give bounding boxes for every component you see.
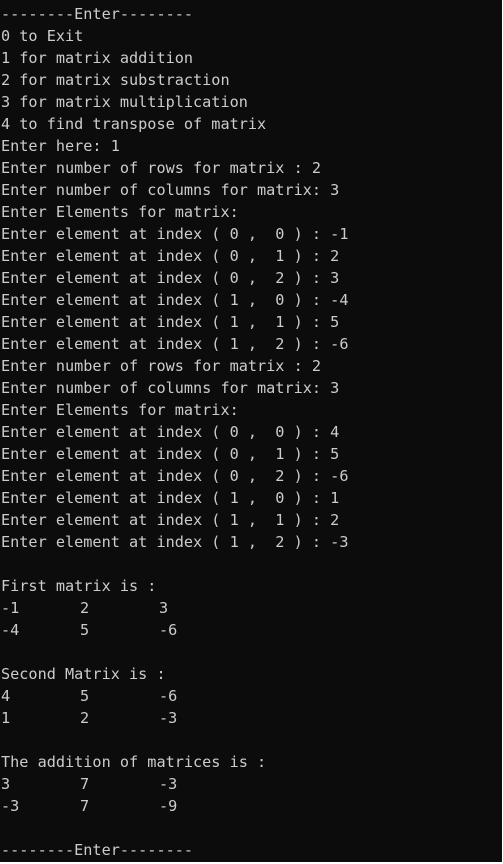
element-input-line: Enter element at index ( 0 , 2 ) : -6 bbox=[1, 467, 349, 485]
matrix-cell: 7 bbox=[80, 797, 90, 815]
element-input-line: Enter element at index ( 1 , 0 ) : -4 bbox=[1, 291, 349, 309]
element-input-line: Enter element at index ( 0 , 0 ) : 4 bbox=[1, 423, 340, 441]
element-input-line: Enter element at index ( 1 , 1 ) : 2 bbox=[1, 511, 340, 529]
menu-option-multiplication: 3 for matrix multiplication bbox=[1, 93, 248, 111]
matrix-row: 1 2 -3 bbox=[1, 707, 501, 729]
result-matrix-heading: The addition of matrices is : bbox=[1, 753, 267, 771]
menu-option-exit: 0 to Exit bbox=[1, 27, 84, 45]
second-matrix-heading: Second Matrix is : bbox=[1, 665, 166, 683]
matrix-cell: 3 bbox=[159, 599, 169, 617]
matrix-cell: -1 bbox=[1, 599, 20, 617]
choice-prompt: Enter here: 1 bbox=[1, 137, 120, 155]
matrix-cell: -6 bbox=[159, 687, 178, 705]
matrix-row: 4 5 -6 bbox=[1, 685, 501, 707]
menu-option-transpose: 4 to find transpose of matrix bbox=[1, 115, 267, 133]
element-input-line: Enter element at index ( 1 , 2 ) : -6 bbox=[1, 335, 349, 353]
matrix-cell: -6 bbox=[159, 621, 178, 639]
element-input-line: Enter element at index ( 0 , 0 ) : -1 bbox=[1, 225, 349, 243]
matrix-row: -3 7 -9 bbox=[1, 795, 501, 817]
console-window[interactable]: --------Enter-------- 0 to Exit 1 for ma… bbox=[0, 0, 503, 862]
element-input-line: Enter element at index ( 0 , 1 ) : 2 bbox=[1, 247, 340, 265]
element-input-line: Enter element at index ( 1 , 2 ) : -3 bbox=[1, 533, 349, 551]
menu-header: --------Enter-------- bbox=[1, 5, 194, 23]
element-input-line: Enter element at index ( 1 , 1 ) : 5 bbox=[1, 313, 340, 331]
matrix-cell: 7 bbox=[80, 775, 90, 793]
matrix-cell: 3 bbox=[1, 775, 11, 793]
matrix-cell: -9 bbox=[159, 797, 178, 815]
first-matrix-heading: First matrix is : bbox=[1, 577, 157, 595]
matrix-row: -1 2 3 bbox=[1, 597, 501, 619]
matrix-cell: -3 bbox=[159, 709, 178, 727]
matrix-cell: 5 bbox=[80, 687, 90, 705]
columns-prompt: Enter number of columns for matrix: 3 bbox=[1, 379, 340, 397]
matrix-row: 3 7 -3 bbox=[1, 773, 501, 795]
menu-option-subtraction: 2 for matrix substraction bbox=[1, 71, 230, 89]
matrix-cell: 2 bbox=[80, 709, 90, 727]
matrix-cell: -3 bbox=[1, 797, 20, 815]
rows-prompt: Enter number of rows for matrix : 2 bbox=[1, 357, 322, 375]
menu-option-addition: 1 for matrix addition bbox=[1, 49, 194, 67]
matrix-cell: -4 bbox=[1, 621, 20, 639]
elements-prompt: Enter Elements for matrix: bbox=[1, 401, 239, 419]
rows-prompt: Enter number of rows for matrix : 2 bbox=[1, 159, 322, 177]
matrix-cell: 2 bbox=[80, 599, 90, 617]
matrix-cell: -3 bbox=[159, 775, 178, 793]
matrix-row: -4 5 -6 bbox=[1, 619, 501, 641]
console-output: --------Enter-------- 0 to Exit 1 for ma… bbox=[1, 3, 501, 861]
element-input-line: Enter element at index ( 0 , 2 ) : 3 bbox=[1, 269, 340, 287]
elements-prompt: Enter Elements for matrix: bbox=[1, 203, 239, 221]
columns-prompt: Enter number of columns for matrix: 3 bbox=[1, 181, 340, 199]
matrix-cell: 1 bbox=[1, 709, 11, 727]
element-input-line: Enter element at index ( 0 , 1 ) : 5 bbox=[1, 445, 340, 463]
matrix-cell: 4 bbox=[1, 687, 11, 705]
menu-footer: --------Enter-------- bbox=[1, 841, 194, 859]
element-input-line: Enter element at index ( 1 , 0 ) : 1 bbox=[1, 489, 340, 507]
matrix-cell: 5 bbox=[80, 621, 90, 639]
